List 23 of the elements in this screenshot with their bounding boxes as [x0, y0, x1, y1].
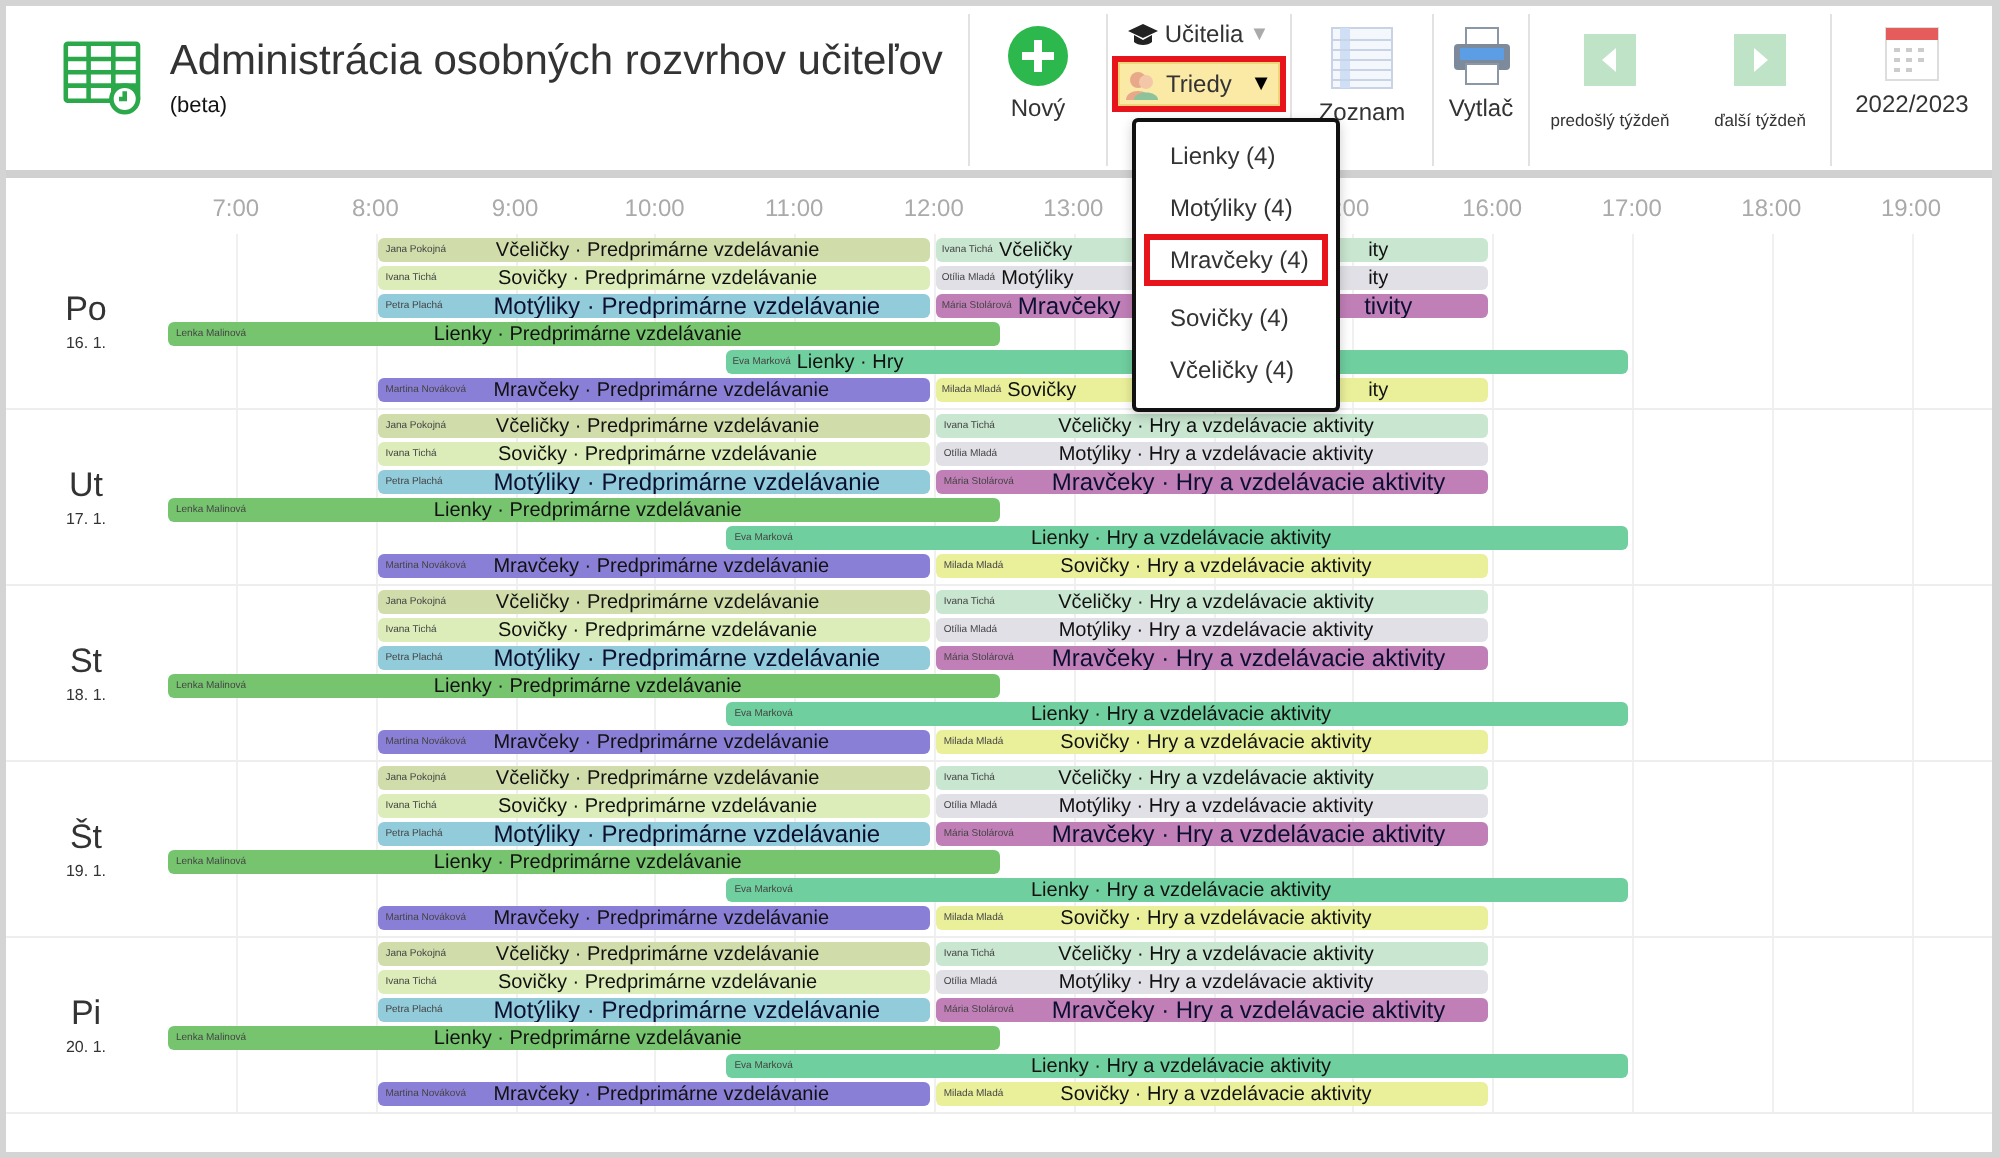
- day-date: 20. 1.: [65, 1038, 106, 1056]
- day-name: Po: [65, 290, 107, 330]
- day-date: 17. 1.: [65, 510, 106, 528]
- hour-label: 8:00: [352, 194, 399, 222]
- hour-label: 11:00: [765, 194, 824, 222]
- hour-label: 7:00: [212, 194, 260, 222]
- day-name: Št: [69, 818, 103, 858]
- hour-label: 16:00: [1462, 194, 1523, 222]
- day-date: 18. 1.: [65, 686, 106, 704]
- day-date: 19. 1.: [65, 862, 106, 880]
- hour-label: 19:00: [1880, 194, 1942, 222]
- day-name: St: [69, 642, 103, 682]
- hour-label: 12:00: [903, 194, 964, 222]
- hour-label: 18:00: [1741, 194, 1802, 222]
- day-date: 16. 1.: [65, 334, 106, 352]
- app-title: Administrácia osobných rozvrhov učiteľov: [169, 38, 945, 86]
- beta-label: (beta): [169, 94, 230, 118]
- hour-label: 9:00: [491, 194, 539, 222]
- day-name: Ut: [69, 466, 103, 506]
- hour-label: 13:00: [1043, 194, 1104, 222]
- hour-label: 17:00: [1601, 194, 1662, 222]
- hour-label: 10:00: [624, 194, 685, 222]
- day-name: Pi: [70, 994, 102, 1034]
